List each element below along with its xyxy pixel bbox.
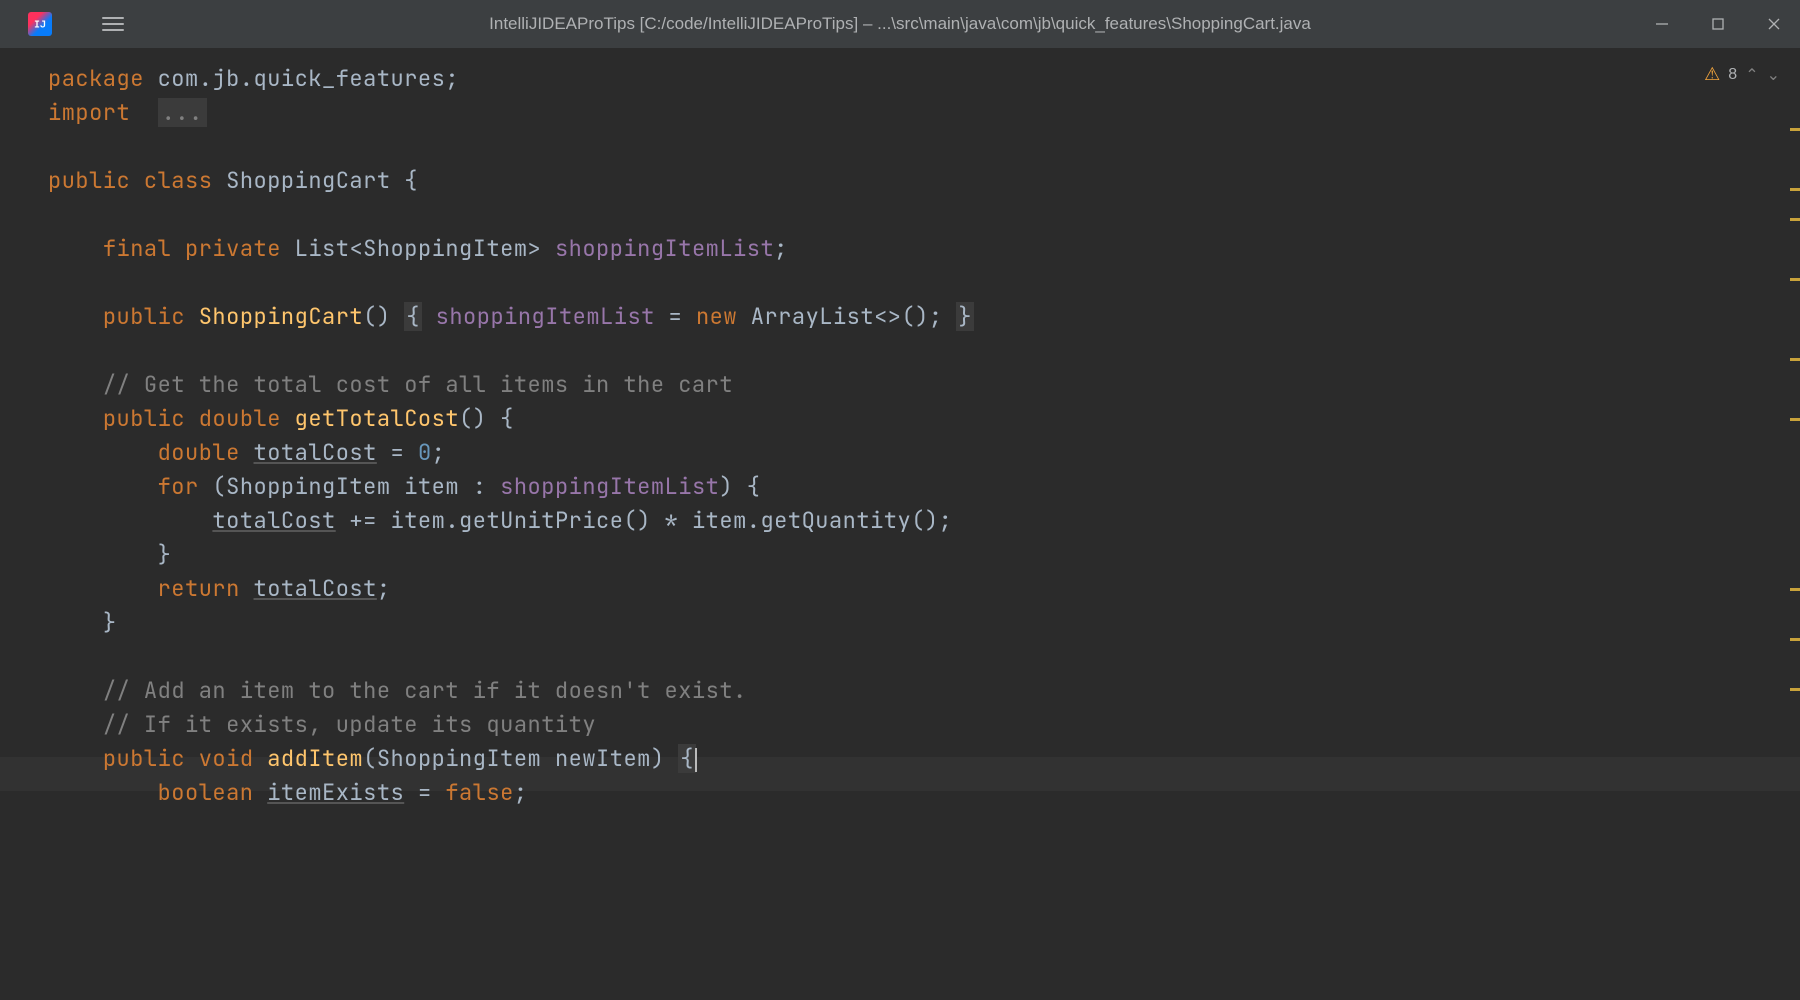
close-button[interactable] xyxy=(1756,6,1792,42)
window-controls xyxy=(1644,6,1792,42)
editor-area[interactable]: ⚠ 8 ⌃ ⌄ package com.jb.quick_features; i… xyxy=(0,48,1800,1000)
minimize-button[interactable] xyxy=(1644,6,1680,42)
maximize-button[interactable] xyxy=(1700,6,1736,42)
window-title: IntelliJIDEAProTips [C:/code/IntelliJIDE… xyxy=(489,14,1311,34)
text-caret xyxy=(695,748,697,772)
titlebar: IntelliJIDEAProTips [C:/code/IntelliJIDE… xyxy=(0,0,1800,48)
app-logo-icon xyxy=(28,12,52,36)
fold-region[interactable]: ... xyxy=(158,98,207,127)
code-content[interactable]: package com.jb.quick_features; import ..… xyxy=(0,48,1800,810)
hamburger-menu-icon[interactable] xyxy=(102,17,124,31)
